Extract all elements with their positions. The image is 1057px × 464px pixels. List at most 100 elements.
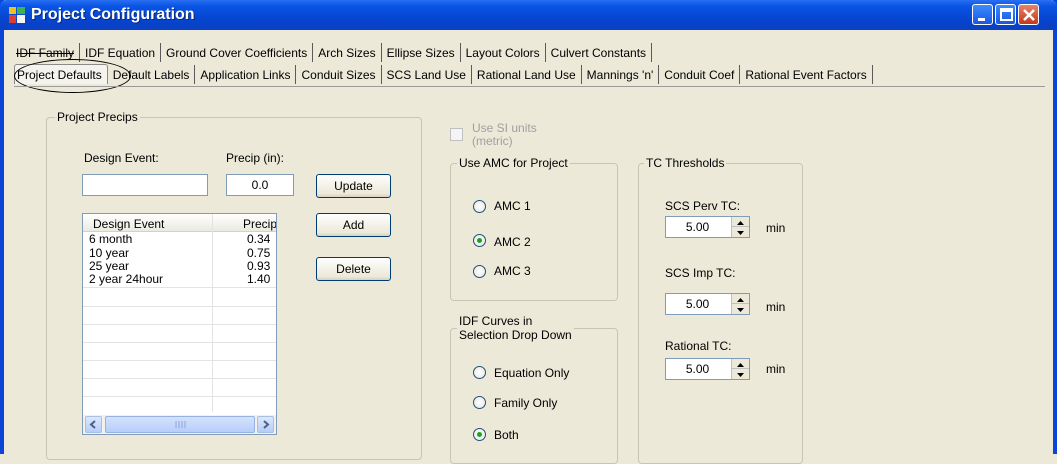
amc-legend: Use AMC for Project xyxy=(459,156,568,170)
design-event-list[interactable]: Design Event Precip 6 month 0.34 10 year… xyxy=(82,213,277,435)
window-title: Project Configuration xyxy=(31,6,195,23)
idf-curves-legend-line2: Selection Drop Down xyxy=(459,328,572,342)
column-header-design-event[interactable]: Design Event xyxy=(93,217,164,231)
si-units-label-line2: (metric) xyxy=(472,134,513,148)
list-header: Design Event Precip xyxy=(83,214,276,232)
precip-label: Precip (in): xyxy=(226,151,285,165)
tab-ground-cover-coefficients[interactable]: Ground Cover Coefficients xyxy=(161,43,314,62)
chevron-right-icon xyxy=(263,420,270,429)
rational-tc-spinner[interactable]: 5.00 xyxy=(665,358,750,380)
tab-row-1: IDF Family IDF Equation Ground Cover Coeff… xyxy=(14,43,653,63)
tab-conduit-coef[interactable]: Conduit Coef xyxy=(659,65,741,84)
amc1-radio[interactable] xyxy=(473,200,486,213)
tab-layout-colors[interactable]: Layout Colors xyxy=(461,43,546,62)
tab-idf-equation[interactable]: IDF Equation xyxy=(80,43,162,62)
spin-up-button[interactable] xyxy=(732,294,749,304)
arrow-down-icon xyxy=(737,231,744,235)
scs-imp-unit: min xyxy=(766,300,786,314)
empty-row xyxy=(83,343,276,361)
family-only-label[interactable]: Family Only xyxy=(494,396,557,410)
spinner-buttons xyxy=(731,217,749,237)
update-button[interactable]: Update xyxy=(316,174,391,198)
design-event-label: Design Event: xyxy=(84,151,159,165)
idf-curves-legend: IDF Curves in Selection Drop Down xyxy=(457,314,574,342)
equation-only-radio[interactable] xyxy=(473,366,486,379)
maximize-icon xyxy=(1000,8,1013,21)
scs-imp-tc-value[interactable]: 5.00 xyxy=(666,297,729,311)
scroll-thumb[interactable] xyxy=(105,416,255,433)
tab-conduit-sizes[interactable]: Conduit Sizes xyxy=(296,65,382,84)
si-units-checkbox[interactable] xyxy=(450,128,463,141)
maximize-button[interactable] xyxy=(995,4,1016,25)
scs-perv-tc-spinner[interactable]: 5.00 xyxy=(665,216,750,238)
amc3-radio[interactable] xyxy=(473,265,486,278)
design-event-input[interactable] xyxy=(82,174,208,196)
horizontal-scrollbar[interactable] xyxy=(83,415,276,434)
scs-imp-tc-spinner[interactable]: 5.00 xyxy=(665,293,750,315)
scs-imp-tc-label: SCS Imp TC: xyxy=(665,266,736,280)
tab-arch-sizes[interactable]: Arch Sizes xyxy=(313,43,382,62)
close-icon xyxy=(1023,9,1035,21)
spin-down-button[interactable] xyxy=(732,369,749,379)
equation-only-label[interactable]: Equation Only xyxy=(494,366,569,380)
tab-row-2: Project Defaults Default Labels Applicatio… xyxy=(14,64,873,84)
tab-idf-family[interactable]: IDF Family xyxy=(14,43,80,62)
precip-input[interactable] xyxy=(226,174,294,196)
arrow-down-icon xyxy=(737,308,744,312)
idf-curves-group: IDF Curves in Selection Drop Down xyxy=(450,314,618,464)
chevron-left-icon xyxy=(89,420,96,429)
spin-down-button[interactable] xyxy=(732,304,749,314)
family-only-radio[interactable] xyxy=(473,396,486,409)
spin-down-button[interactable] xyxy=(732,227,749,237)
si-units-label: Use SI units (metric) xyxy=(472,122,537,148)
empty-row xyxy=(83,307,276,325)
amc2-label[interactable]: AMC 2 xyxy=(494,235,531,249)
empty-row xyxy=(83,379,276,397)
project-configuration-window: Project Configuration IDF Family IDF Equa… xyxy=(0,0,1057,464)
tab-ellipse-sizes[interactable]: Ellipse Sizes xyxy=(382,43,461,62)
empty-row xyxy=(83,325,276,343)
tc-thresholds-legend: TC Thresholds xyxy=(646,156,725,170)
amc1-label[interactable]: AMC 1 xyxy=(494,199,531,213)
arrow-down-icon xyxy=(737,373,744,377)
minimize-button[interactable] xyxy=(972,4,993,25)
scs-perv-unit: min xyxy=(766,221,786,235)
row-event: 2 year 24hour xyxy=(89,272,164,286)
column-header-precip[interactable]: Precip xyxy=(243,217,276,231)
row-event: 6 month xyxy=(89,232,133,246)
minimize-icon xyxy=(978,18,985,21)
empty-row xyxy=(83,361,276,379)
close-button[interactable] xyxy=(1018,4,1039,25)
tab-panel-border xyxy=(14,86,1045,87)
tab-culvert-constants[interactable]: Culvert Constants xyxy=(546,43,653,62)
project-precips-legend: Project Precips xyxy=(57,110,138,124)
rational-tc-label: Rational TC: xyxy=(665,339,732,353)
grip-icon xyxy=(175,421,186,428)
both-label[interactable]: Both xyxy=(494,428,519,442)
delete-button[interactable]: Delete xyxy=(316,257,391,281)
scs-perv-tc-label: SCS Perv TC: xyxy=(665,199,741,213)
amc-group: Use AMC for Project xyxy=(450,156,618,301)
amc3-label[interactable]: AMC 3 xyxy=(494,264,531,278)
scs-perv-tc-value[interactable]: 5.00 xyxy=(666,220,729,234)
title-bar[interactable]: Project Configuration xyxy=(0,0,1057,30)
add-button[interactable]: Add xyxy=(316,213,391,237)
tab-mannings-n[interactable]: Mannings 'n' xyxy=(582,65,660,84)
tab-default-labels[interactable]: Default Labels xyxy=(108,65,196,84)
amc2-radio[interactable] xyxy=(473,234,486,247)
tab-rational-land-use[interactable]: Rational Land Use xyxy=(472,65,582,84)
scroll-right-button[interactable] xyxy=(257,416,274,433)
tab-scs-land-use[interactable]: SCS Land Use xyxy=(382,65,472,84)
list-row[interactable]: 2 year 24hour 1.40 xyxy=(83,273,276,288)
spin-up-button[interactable] xyxy=(732,217,749,227)
tab-application-links[interactable]: Application Links xyxy=(195,65,297,84)
row-precip: 1.40 xyxy=(247,272,271,286)
row-precip: 0.34 xyxy=(247,232,271,246)
scroll-left-button[interactable] xyxy=(85,416,102,433)
tab-rational-event-factors[interactable]: Rational Event Factors xyxy=(740,65,873,84)
tab-project-defaults[interactable]: Project Defaults xyxy=(14,64,108,84)
spin-up-button[interactable] xyxy=(732,359,749,369)
both-radio[interactable] xyxy=(473,428,486,441)
spinner-buttons xyxy=(731,359,749,379)
rational-tc-value[interactable]: 5.00 xyxy=(666,362,729,376)
